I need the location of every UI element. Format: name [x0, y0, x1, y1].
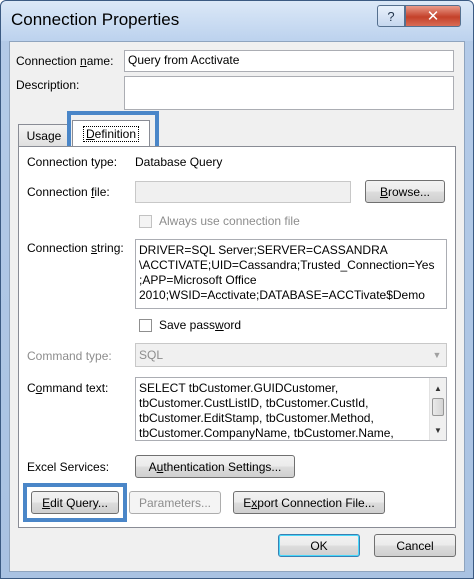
definition-tab-highlight [67, 111, 159, 150]
command-type-select[interactable]: SQL ▼ [135, 343, 447, 367]
command-text-label: Command text: [27, 381, 109, 395]
command-type-label: Command type: [27, 349, 112, 363]
save-password-label: Save password [159, 318, 242, 332]
browse-button-label: Browse... [379, 184, 431, 199]
always-use-file-label: Always use connection file [159, 214, 300, 228]
connection-properties-dialog: Connection Properties ? ✕ Connection nam… [0, 0, 474, 579]
ok-button[interactable]: OK [278, 534, 360, 557]
window-title: Connection Properties [11, 10, 180, 29]
chevron-down-icon: ▼ [432, 350, 442, 360]
command-type-value: SQL [139, 348, 164, 362]
authentication-settings-button[interactable]: Authentication Settings... [135, 455, 295, 478]
command-text-scrollbar[interactable]: ▲ ▼ [429, 378, 446, 440]
connection-name-label: Connection name: [16, 54, 114, 68]
scroll-thumb[interactable] [432, 398, 444, 416]
export-connection-file-button[interactable]: Export Connection File... [233, 491, 385, 514]
connection-string-textarea[interactable]: DRIVER=SQL Server;SERVER=CASSANDRA \ACCT… [135, 239, 447, 309]
dialog-body: Connection name: Query from Acctivate De… [9, 41, 465, 572]
help-icon: ? [387, 8, 395, 24]
browse-button[interactable]: Browse... [365, 180, 445, 203]
scroll-down-icon[interactable]: ▼ [430, 422, 446, 438]
save-password-checkbox[interactable] [139, 319, 152, 332]
command-text-line: tbCustomer.EditStamp, tbCustomer.Method, [139, 411, 374, 425]
definition-panel: Connection type: Database Query Connecti… [18, 146, 456, 528]
description-label: Description: [16, 78, 80, 92]
edit-query-highlight [23, 483, 127, 522]
command-text-line: tbCustomer.CustListID, tbCustomer.CustId… [139, 396, 369, 410]
title-bar: Connection Properties ? ✕ [1, 1, 473, 41]
connection-string-line: ;APP=Microsoft Office [139, 273, 257, 287]
export-connection-file-label: Export Connection File... [243, 495, 375, 510]
command-text-textarea[interactable]: SELECT tbCustomer.GUIDCustomer, tbCustom… [135, 377, 447, 441]
help-button[interactable]: ? [377, 5, 405, 27]
command-text-line: tbCustomer.CompanyName, tbCustomer.Name, [139, 426, 394, 440]
connection-name-input[interactable]: Query from Acctivate [124, 50, 454, 72]
always-use-file-checkbox[interactable] [139, 215, 152, 228]
connection-string-label: Connection string: [27, 241, 124, 255]
connection-file-input[interactable] [135, 181, 351, 203]
connection-type-value: Database Query [135, 155, 223, 169]
cancel-button[interactable]: Cancel [374, 534, 456, 557]
close-button[interactable]: ✕ [405, 5, 461, 27]
tab-usage[interactable]: Usage [18, 124, 70, 146]
excel-services-label: Excel Services: [27, 460, 110, 474]
connection-string-line: DRIVER=SQL Server;SERVER=CASSANDRA [139, 243, 388, 257]
description-input[interactable] [124, 76, 454, 110]
parameters-button[interactable]: Parameters... [129, 491, 221, 514]
authentication-settings-label: Authentication Settings... [148, 459, 282, 474]
connection-type-label: Connection type: [27, 155, 118, 169]
connection-file-label: Connection file: [27, 185, 110, 199]
close-icon: ✕ [426, 8, 440, 25]
tab-usage-label: Usage [26, 128, 62, 143]
scroll-up-icon[interactable]: ▲ [430, 380, 446, 396]
command-text-line: SELECT tbCustomer.GUIDCustomer, [139, 381, 339, 395]
connection-string-line: 2010;WSID=Acctivate;DATABASE=ACCTivate$D… [139, 288, 425, 302]
connection-string-line: \ACCTIVATE;UID=Cassandra;Trusted_Connect… [139, 258, 435, 272]
